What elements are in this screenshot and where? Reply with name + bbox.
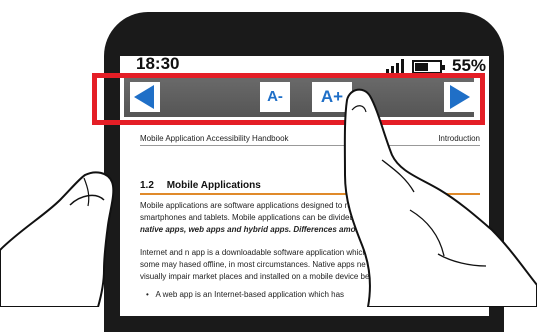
paragraph-2-line-1: Internet and n app is a downloadable sof… [140, 248, 382, 257]
section-heading: 1.2 Mobile Applications [140, 180, 480, 195]
signal-icon [386, 58, 404, 74]
paragraph-1: Mobile applications are software applica… [140, 200, 480, 236]
status-time: 18:30 [136, 56, 180, 73]
battery-icon [412, 60, 445, 74]
document-header-chapter: Introduction [438, 134, 480, 143]
paragraph-2: Internet and n app is a downloadable sof… [140, 247, 480, 283]
paragraph-1-line-2: smartphones and tablets. Mobile applicat… [140, 213, 426, 222]
document-header: Mobile Application Accessibility Handboo… [140, 134, 480, 146]
left-hand [0, 171, 115, 307]
status-indicators: 55% [386, 56, 486, 74]
document-header-title: Mobile Application Accessibility Handboo… [140, 134, 289, 143]
section-number: 1.2 [140, 180, 154, 191]
paragraph-2-line-2: some may hased offline, in most circumst… [140, 260, 366, 269]
paragraph-1-line-1: Mobile applications are software applica… [140, 201, 438, 210]
toolbar-highlight-frame [92, 73, 485, 125]
paragraph-2-line-3: visually impair market places and instal… [140, 272, 377, 281]
section-title: Mobile Applications [166, 180, 261, 191]
bullet-item: • A web app is an Internet-based applica… [146, 290, 345, 299]
phone-reading-scene: 18:30 55% Mobile Application Accessibili… [0, 0, 537, 332]
battery-percent: 55% [452, 56, 487, 75]
paragraph-1-line-3: native apps, web apps and hybrid apps. D… [140, 225, 376, 234]
